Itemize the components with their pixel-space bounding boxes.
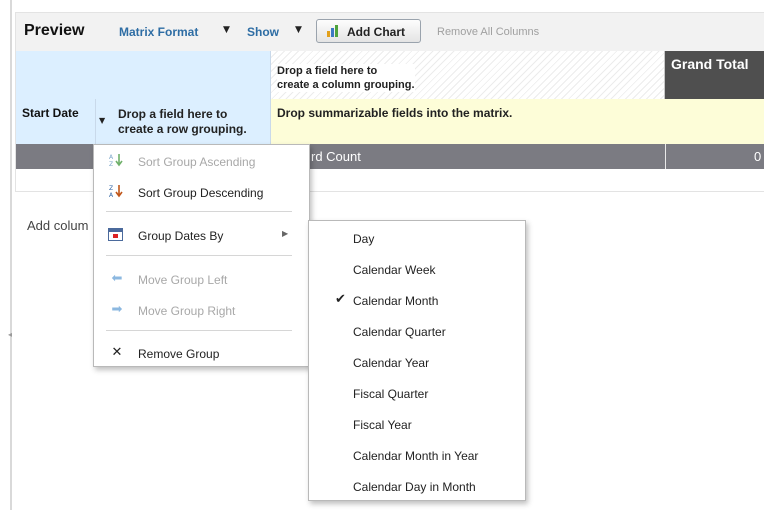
menu-item-sort-descending[interactable]: ZA Sort Group Descending xyxy=(94,180,309,206)
record-count-divider xyxy=(665,144,666,169)
summarizable-hint: Drop summarizable fields into the matrix… xyxy=(277,106,513,120)
submenu-item-calendar-week[interactable]: Calendar Week xyxy=(309,255,525,283)
menu-item-move-group-right[interactable]: ➡ Move Group Right xyxy=(94,298,309,324)
column-drop-hint-line2: create a column grouping. xyxy=(277,79,415,91)
submenu-item-calendar-month-in-year[interactable]: Calendar Month in Year xyxy=(309,441,525,469)
row-grouping-drop-zone[interactable]: ▼ Drop a field here to create a row grou… xyxy=(96,99,271,144)
menu-item-move-group-left[interactable]: ⬅ Move Group Left xyxy=(94,267,309,293)
matrix-corner-cell xyxy=(16,51,271,99)
add-columns-hint: Add colum xyxy=(27,218,89,233)
matrix-format-caret-icon[interactable]: ▼ xyxy=(223,25,230,35)
sort-descending-icon: ZA xyxy=(108,184,126,202)
submenu-item-day[interactable]: Day xyxy=(309,224,525,252)
preview-toolbar: Preview Matrix Format ▼ Show ▼ Add Chart… xyxy=(16,13,764,51)
row-grouping-row: Start Date ▼ Drop a field here to create… xyxy=(16,99,764,144)
menu-separator xyxy=(106,330,292,331)
submenu-item-fiscal-year[interactable]: Fiscal Year xyxy=(309,410,525,438)
menu-item-label: Move Group Right xyxy=(138,304,236,318)
show-dropdown[interactable]: Show xyxy=(247,25,279,39)
group-context-menu: AZ Sort Group Ascending ZA Sort Group De… xyxy=(93,144,310,367)
arrow-left-icon: ⬅ xyxy=(111,271,123,286)
menu-separator xyxy=(106,255,292,256)
svg-text:Z: Z xyxy=(109,185,113,192)
record-count-value: 0 xyxy=(754,149,762,164)
submenu-arrow-icon: ▶ xyxy=(282,229,289,238)
menu-item-label: Sort Group Ascending xyxy=(138,155,256,169)
summarizable-fields-drop-zone[interactable]: Drop summarizable fields into the matrix… xyxy=(271,99,764,144)
menu-item-label: Group Dates By xyxy=(138,229,224,243)
column-grouping-drop-zone[interactable]: Drop a field here to create a column gro… xyxy=(271,51,665,99)
menu-item-label: Remove Group xyxy=(138,347,220,361)
collapse-handle-icon[interactable]: ◂ xyxy=(8,330,12,339)
menu-separator xyxy=(106,211,292,212)
group-dates-by-submenu: Day Calendar Week ✔ Calendar Month Calend… xyxy=(308,220,526,501)
preview-title: Preview xyxy=(24,22,85,39)
row-drop-hint-line2: create a row grouping. xyxy=(118,122,247,136)
svg-text:A: A xyxy=(109,154,114,161)
row-group-field-cell[interactable]: Start Date xyxy=(16,99,96,144)
record-count-label: rd Count xyxy=(311,149,361,164)
menu-item-label: Move Group Left xyxy=(138,273,228,287)
show-caret-icon[interactable]: ▼ xyxy=(295,25,302,35)
menu-item-sort-ascending[interactable]: AZ Sort Group Ascending xyxy=(94,149,309,175)
matrix-format-dropdown[interactable]: Matrix Format xyxy=(119,25,198,39)
menu-item-group-dates-by[interactable]: Group Dates By ▶ xyxy=(94,223,309,249)
menu-item-remove-group[interactable]: ✕ Remove Group xyxy=(94,341,309,367)
checkmark-icon: ✔ xyxy=(335,292,346,307)
menu-item-label: Sort Group Descending xyxy=(138,186,264,200)
calendar-icon xyxy=(108,228,123,241)
grand-total-header: Grand Total xyxy=(665,51,764,99)
row-drop-hint-line1: Drop a field here to xyxy=(118,107,228,121)
sort-ascending-icon: AZ xyxy=(108,153,126,171)
submenu-item-fiscal-quarter[interactable]: Fiscal Quarter xyxy=(309,379,525,407)
svg-text:A: A xyxy=(109,192,114,198)
add-chart-label: Add Chart xyxy=(347,25,405,39)
group-menu-caret-icon[interactable]: ▼ xyxy=(99,116,105,125)
remove-all-columns-link[interactable]: Remove All Columns xyxy=(437,26,539,38)
bar-chart-icon xyxy=(327,25,338,37)
submenu-item-calendar-day-in-month[interactable]: Calendar Day in Month xyxy=(309,472,525,500)
close-icon: ✕ xyxy=(111,345,123,360)
column-drop-hint-line1: Drop a field here to xyxy=(277,65,378,77)
svg-text:Z: Z xyxy=(109,161,113,167)
submenu-item-calendar-month[interactable]: ✔ Calendar Month xyxy=(309,286,525,314)
submenu-item-calendar-quarter[interactable]: Calendar Quarter xyxy=(309,317,525,345)
arrow-right-icon: ➡ xyxy=(111,302,123,317)
submenu-item-calendar-year[interactable]: Calendar Year xyxy=(309,348,525,376)
page-left-border xyxy=(10,0,12,510)
row-group-field-label: Start Date xyxy=(22,106,79,120)
add-chart-button[interactable]: Add Chart xyxy=(316,19,421,43)
